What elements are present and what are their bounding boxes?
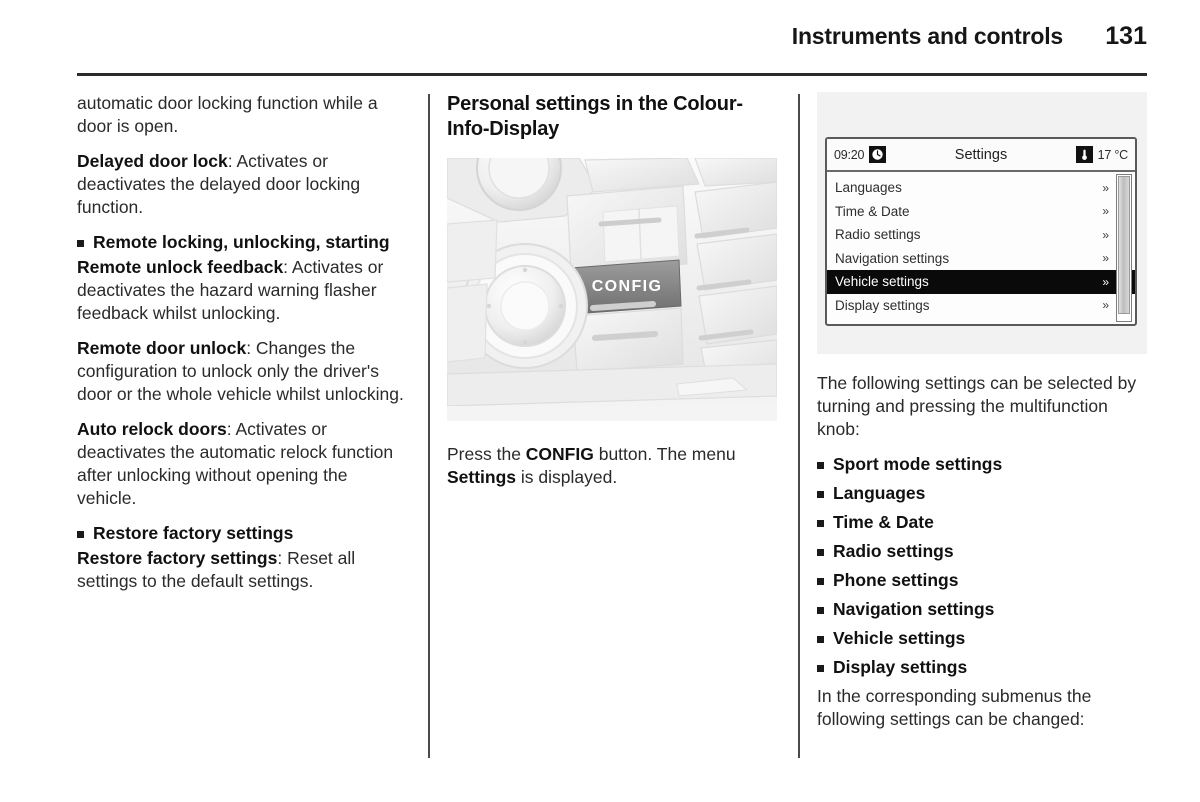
chevron-right-icon: » [1102,251,1109,266]
chevron-right-icon: » [1102,204,1109,219]
status-temperature: 17 °C [1097,147,1129,162]
section-heading: Personal settings in the Colour-Info-Dis… [447,93,743,140]
delayed-door-lock-term: Delayed door lock [77,151,228,171]
right-column: 09:20 Settings 17 °C Languages » Time & … [817,92,1147,762]
chevron-right-icon: » [1102,298,1109,313]
chevron-right-icon: » [1102,180,1109,195]
settings-intro-paragraph: The following settings can be selected b… [817,373,1137,439]
status-right-group: 17 °C [1075,146,1129,163]
left-column: automatic door locking function while a … [77,92,407,762]
restore-factory-settings-heading: Restore factory settings [77,522,407,545]
config-button-label: CONFIG [592,278,663,295]
caption-part-2: button. The menu [593,444,736,464]
column-divider-2 [798,94,800,758]
info-display-screen: 09:20 Settings 17 °C Languages » Time & … [825,137,1137,326]
menu-scrollbar[interactable] [1116,174,1132,322]
auto-relock-doors-term: Auto relock doors [77,419,227,439]
status-time: 09:20 [834,147,865,162]
menu-item-label: Display settings [835,297,930,313]
menu-scrollbar-thumb[interactable] [1118,176,1130,315]
remote-door-unlock-term: Remote door unlock [77,338,247,358]
colour-info-display-photo: 09:20 Settings 17 °C Languages » Time & … [817,92,1147,354]
menu-item-label: Languages [835,180,902,196]
menu-item-languages[interactable]: Languages » [827,176,1135,200]
display-status-bar: 09:20 Settings 17 °C [827,139,1135,172]
page-number: 131 [1105,22,1147,50]
list-item: Sport mode settings [817,453,1147,476]
remote-unlock-feedback-term: Remote unlock feedback [77,257,284,277]
page-header: Instruments and controls 131 [77,22,1147,76]
content-columns: automatic door locking function while a … [77,92,1147,762]
centre-console-photo: CONFIG [447,158,777,421]
middle-column: Personal settings in the Colour-Info-Dis… [447,92,777,762]
column-divider-1 [428,94,430,758]
chevron-right-icon: » [1102,227,1109,242]
clock-icon [869,146,887,163]
delayed-door-lock-paragraph: Delayed door lock: Activates or deactiva… [77,150,407,219]
caption-part-3: is displayed. [516,467,618,487]
menu-item-time-and-date[interactable]: Time & Date » [827,200,1135,224]
list-item: Navigation settings [817,598,1147,621]
menu-item-label: Radio settings [835,227,921,243]
continuation-paragraph: automatic door locking function while a … [77,93,378,136]
status-left-group: 09:20 [834,146,887,163]
restore-factory-settings-term: Restore factory settings [77,548,278,568]
remote-locking-heading: Remote locking, unlocking, starting [77,231,407,254]
menu-item-radio-settings[interactable]: Radio settings » [827,223,1135,247]
menu-item-display-settings[interactable]: Display settings » [827,294,1135,318]
page-title: Instruments and controls [791,23,1063,49]
caption-config-bold: CONFIG [525,444,594,464]
restore-factory-settings-paragraph: Restore factory settings: Reset all sett… [77,547,407,593]
list-item: Radio settings [817,540,1147,563]
menu-item-label: Time & Date [835,203,910,219]
list-item: Time & Date [817,511,1147,534]
list-item: Vehicle settings [817,627,1147,650]
caption-part-1: Press the [447,444,526,464]
list-item: Phone settings [817,569,1147,592]
settings-closing-paragraph: In the corresponding submenus the follow… [817,686,1092,729]
remote-door-unlock-paragraph: Remote door unlock: Changes the configur… [77,337,407,406]
photo-caption: Press the CONFIG button. The menu Settin… [447,443,777,489]
settings-bullet-list: Sport mode settings Languages Time & Dat… [817,453,1147,679]
menu-item-navigation-settings[interactable]: Navigation settings » [827,247,1135,271]
menu-item-label: Navigation settings [835,250,950,266]
centre-console-illustration: CONFIG [447,158,777,421]
caption-settings-bold: Settings [447,467,517,487]
list-item: Languages [817,482,1147,505]
settings-menu-list[interactable]: Languages » Time & Date » Radio settings… [827,172,1135,317]
menu-item-vehicle-settings[interactable]: Vehicle settings » [827,270,1135,294]
list-item: Display settings [817,656,1147,679]
menu-item-label: Vehicle settings [835,274,929,290]
auto-relock-doors-paragraph: Auto relock doors: Activates or deactiva… [77,418,407,510]
remote-unlock-feedback-paragraph: Remote unlock feedback: Activates or dea… [77,256,407,325]
chevron-right-icon: » [1102,274,1109,289]
thermometer-icon [1075,146,1093,163]
header-rule [77,73,1147,76]
